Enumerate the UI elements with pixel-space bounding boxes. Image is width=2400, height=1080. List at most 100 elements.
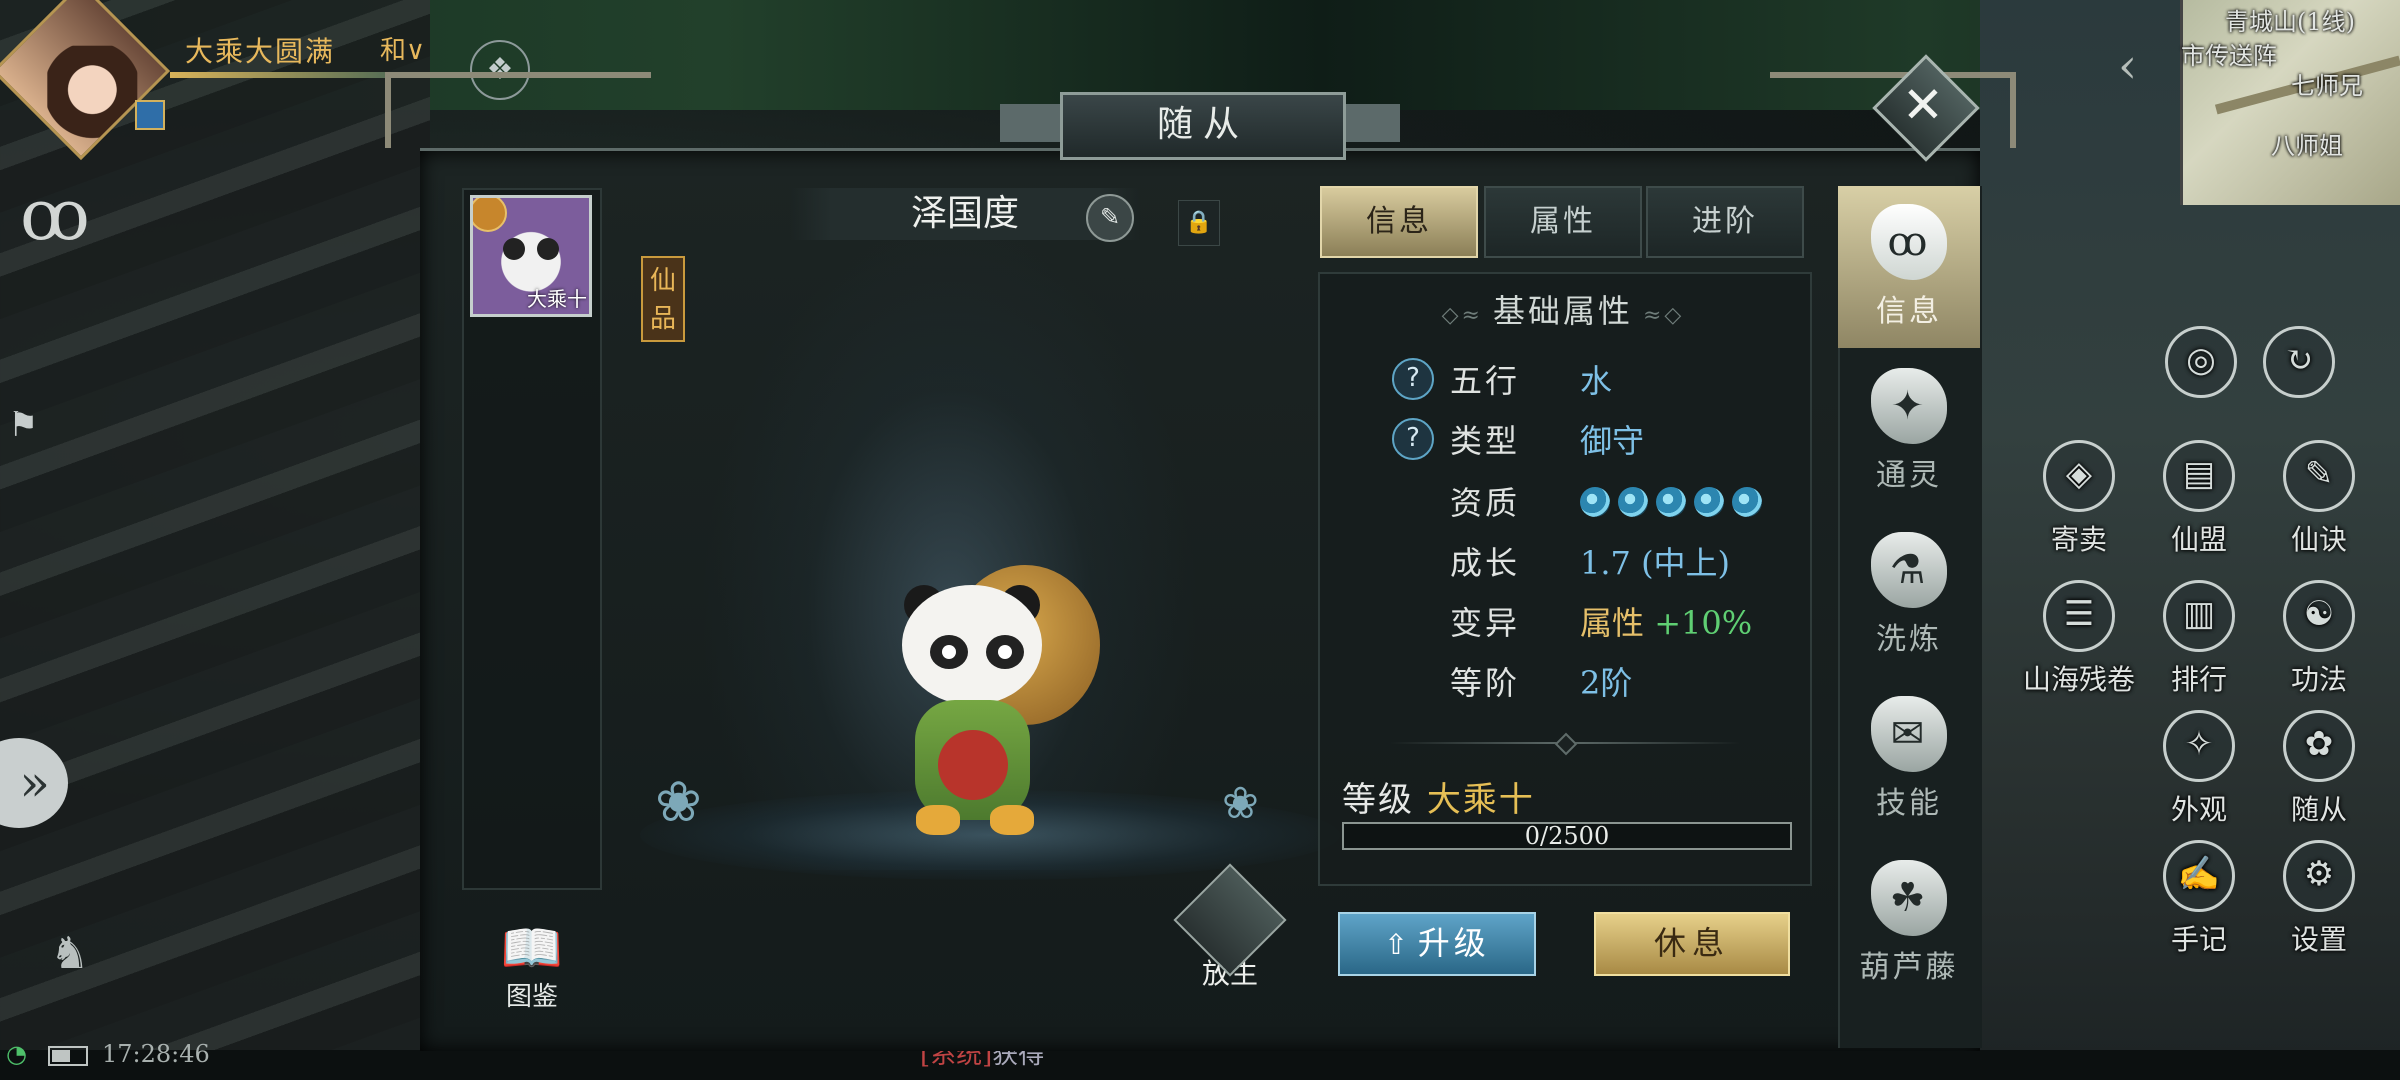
player-realm-name: 大乘大圆满 (185, 35, 336, 68)
arrow-up-icon: ⇧ (1384, 928, 1412, 961)
menu-notebook[interactable]: ✍ 手记 (2144, 840, 2254, 958)
menu-label: 排行 (2170, 663, 2227, 696)
minimap[interactable]: 青城山(1线) 市传送阵 七师兄 八师姐 (2180, 0, 2400, 205)
mount-icon[interactable]: ♞ (50, 928, 89, 979)
attr-label-aptitude: 资质 (1450, 484, 1521, 522)
lock-button[interactable]: 🔒 (1178, 200, 1220, 246)
gourd-spirit-icon[interactable]: ꝏ (0, 150, 110, 280)
skill-scroll-icon: ✉ (1871, 696, 1947, 772)
side-nav-label: 通灵 (1876, 458, 1942, 493)
menu-companion[interactable]: ✿ 随从 (2264, 710, 2374, 828)
menu-label: 外观 (2170, 793, 2227, 826)
pet-model[interactable] (880, 565, 1100, 855)
chevron-down-icon: ∨ (406, 36, 426, 66)
side-nav-label: 技能 (1876, 786, 1942, 821)
aptitude-swirl-icon (1656, 486, 1686, 517)
close-icon[interactable]: ✕ (1888, 70, 1958, 140)
spirit-icon: ✦ (1871, 368, 1947, 444)
rank-badge-icon (473, 198, 507, 232)
side-nav-refine[interactable]: ⚗ 洗炼 (1838, 514, 1980, 676)
mutation-bonus: +10% (1654, 604, 1753, 642)
consign-icon: ◈ (2043, 440, 2115, 512)
menu-label: 仙诀 (2290, 523, 2347, 556)
help-icon[interactable]: ? (1392, 418, 1434, 460)
side-nav-spirit[interactable]: ✦ 通灵 (1838, 350, 1980, 512)
attr-value-mutation: 属性 +10% (1580, 604, 1753, 642)
battery-icon (48, 1046, 88, 1066)
taiji-icon: ☯ (2283, 580, 2355, 652)
tab-advance[interactable]: 进阶 (1646, 186, 1804, 258)
tab-attributes[interactable]: 属性 (1484, 186, 1642, 258)
menu-consign[interactable]: ◈ 寄卖 (2024, 440, 2134, 558)
minimap-location: 青城山(1线) (2225, 8, 2355, 36)
aptitude-swirl-icon (1618, 486, 1648, 517)
appearance-icon: ✧ (2163, 710, 2235, 782)
menu-rank[interactable]: ▥ 排行 (2144, 580, 2254, 698)
side-nav-gourd-vine[interactable]: ☘ 葫芦藤 (1838, 842, 1980, 1004)
menu-scroll[interactable]: ☰ 山海残卷 (2004, 580, 2154, 698)
gourd-vine-icon: ☘ (1871, 860, 1947, 936)
atlas-button[interactable]: 📖 图鉴 (488, 920, 576, 1013)
companion-icon: ✿ (2283, 710, 2355, 782)
bag-icon: ◎ (2165, 326, 2237, 398)
gourd-info-icon: ꝏ (1871, 204, 1947, 280)
art-icon: ✎ (2283, 440, 2355, 512)
buff-icon[interactable] (135, 100, 165, 130)
book-icon: 📖 (500, 919, 564, 977)
player-health-bar (170, 72, 400, 78)
menu-art[interactable]: ✎ 仙诀 (2264, 440, 2374, 558)
clock: 17:28:46 (102, 1040, 210, 1068)
lotus-icon: ❀ (1222, 778, 1259, 829)
attr-label-growth: 成长 (1450, 544, 1521, 582)
collapse-arrow-icon[interactable]: ‹ (2118, 38, 2137, 94)
menu-taiji[interactable]: ☯ 功法 (2264, 580, 2374, 698)
cycle-button[interactable]: ↻ (2244, 326, 2354, 404)
xp-bar: 0/2500 (1342, 822, 1792, 850)
channel-label: 和 (380, 36, 407, 66)
aptitude-swirl-icon (1732, 486, 1762, 517)
menu-settings[interactable]: ⚙ 设置 (2264, 840, 2374, 958)
guild-icon: ▤ (2163, 440, 2235, 512)
title-wing-right (1340, 104, 1400, 142)
gear-icon: ⚙ (2283, 840, 2355, 912)
rename-button[interactable]: ✎ (1086, 194, 1134, 242)
minimap-label: 八师姐 (2271, 132, 2343, 160)
flag-icon[interactable]: ⚑ (8, 405, 38, 445)
xp-text: 0/2500 (1524, 822, 1610, 850)
minimap-label: 七师兄 (2291, 72, 2363, 100)
upgrade-button[interactable]: ⇧ 升级 (1338, 912, 1536, 976)
minimap-label: 市传送阵 (2181, 42, 2277, 70)
attr-label-tier: 等阶 (1450, 664, 1521, 702)
notebook-icon: ✍ (2163, 840, 2235, 912)
attr-value-growth: 1.7 (中上) (1580, 544, 1731, 582)
side-nav-label: 葫芦藤 (1859, 950, 1959, 985)
help-icon[interactable]: ? (1392, 358, 1434, 400)
menu-label: 山海残卷 (2022, 663, 2135, 696)
menu-label: 寄卖 (2050, 523, 2107, 556)
frame-ornament-left (385, 72, 651, 148)
rest-button[interactable]: 休息 (1594, 912, 1790, 976)
side-nav-label: 洗炼 (1876, 622, 1942, 657)
aptitude-swirl-icon (1580, 486, 1610, 517)
side-nav-label: 信息 (1876, 294, 1942, 329)
tab-info[interactable]: 信息 (1320, 186, 1478, 258)
menu-label: 手记 (2170, 923, 2227, 956)
attr-value-tier: 2阶 (1580, 664, 1633, 702)
refine-icon: ⚗ (1871, 532, 1947, 608)
cycle-icon: ↻ (2263, 326, 2335, 398)
release-button[interactable]: 放生 (1173, 863, 1287, 992)
menu-appearance[interactable]: ✧ 外观 (2144, 710, 2254, 828)
channel-selector[interactable]: 和∨ (380, 30, 425, 67)
side-nav-info[interactable]: ꝏ 信息 (1838, 186, 1980, 348)
pet-list-item[interactable]: 大乘十 (470, 195, 592, 317)
title-wing-left (1000, 104, 1060, 142)
attr-value-wuxing: 水 (1580, 362, 1613, 400)
menu-label: 设置 (2290, 923, 2347, 956)
attr-label-mutation: 变异 (1450, 604, 1521, 642)
section-title: ◇≈ 基础属性 ≈◇ (1441, 292, 1685, 330)
wifi-icon: ◔ (6, 1040, 27, 1068)
aptitude-rating (1580, 480, 1770, 518)
bag-button[interactable]: ◎ (2146, 326, 2256, 404)
menu-guild[interactable]: ▤ 仙盟 (2144, 440, 2254, 558)
side-nav-skill[interactable]: ✉ 技能 (1838, 678, 1980, 840)
